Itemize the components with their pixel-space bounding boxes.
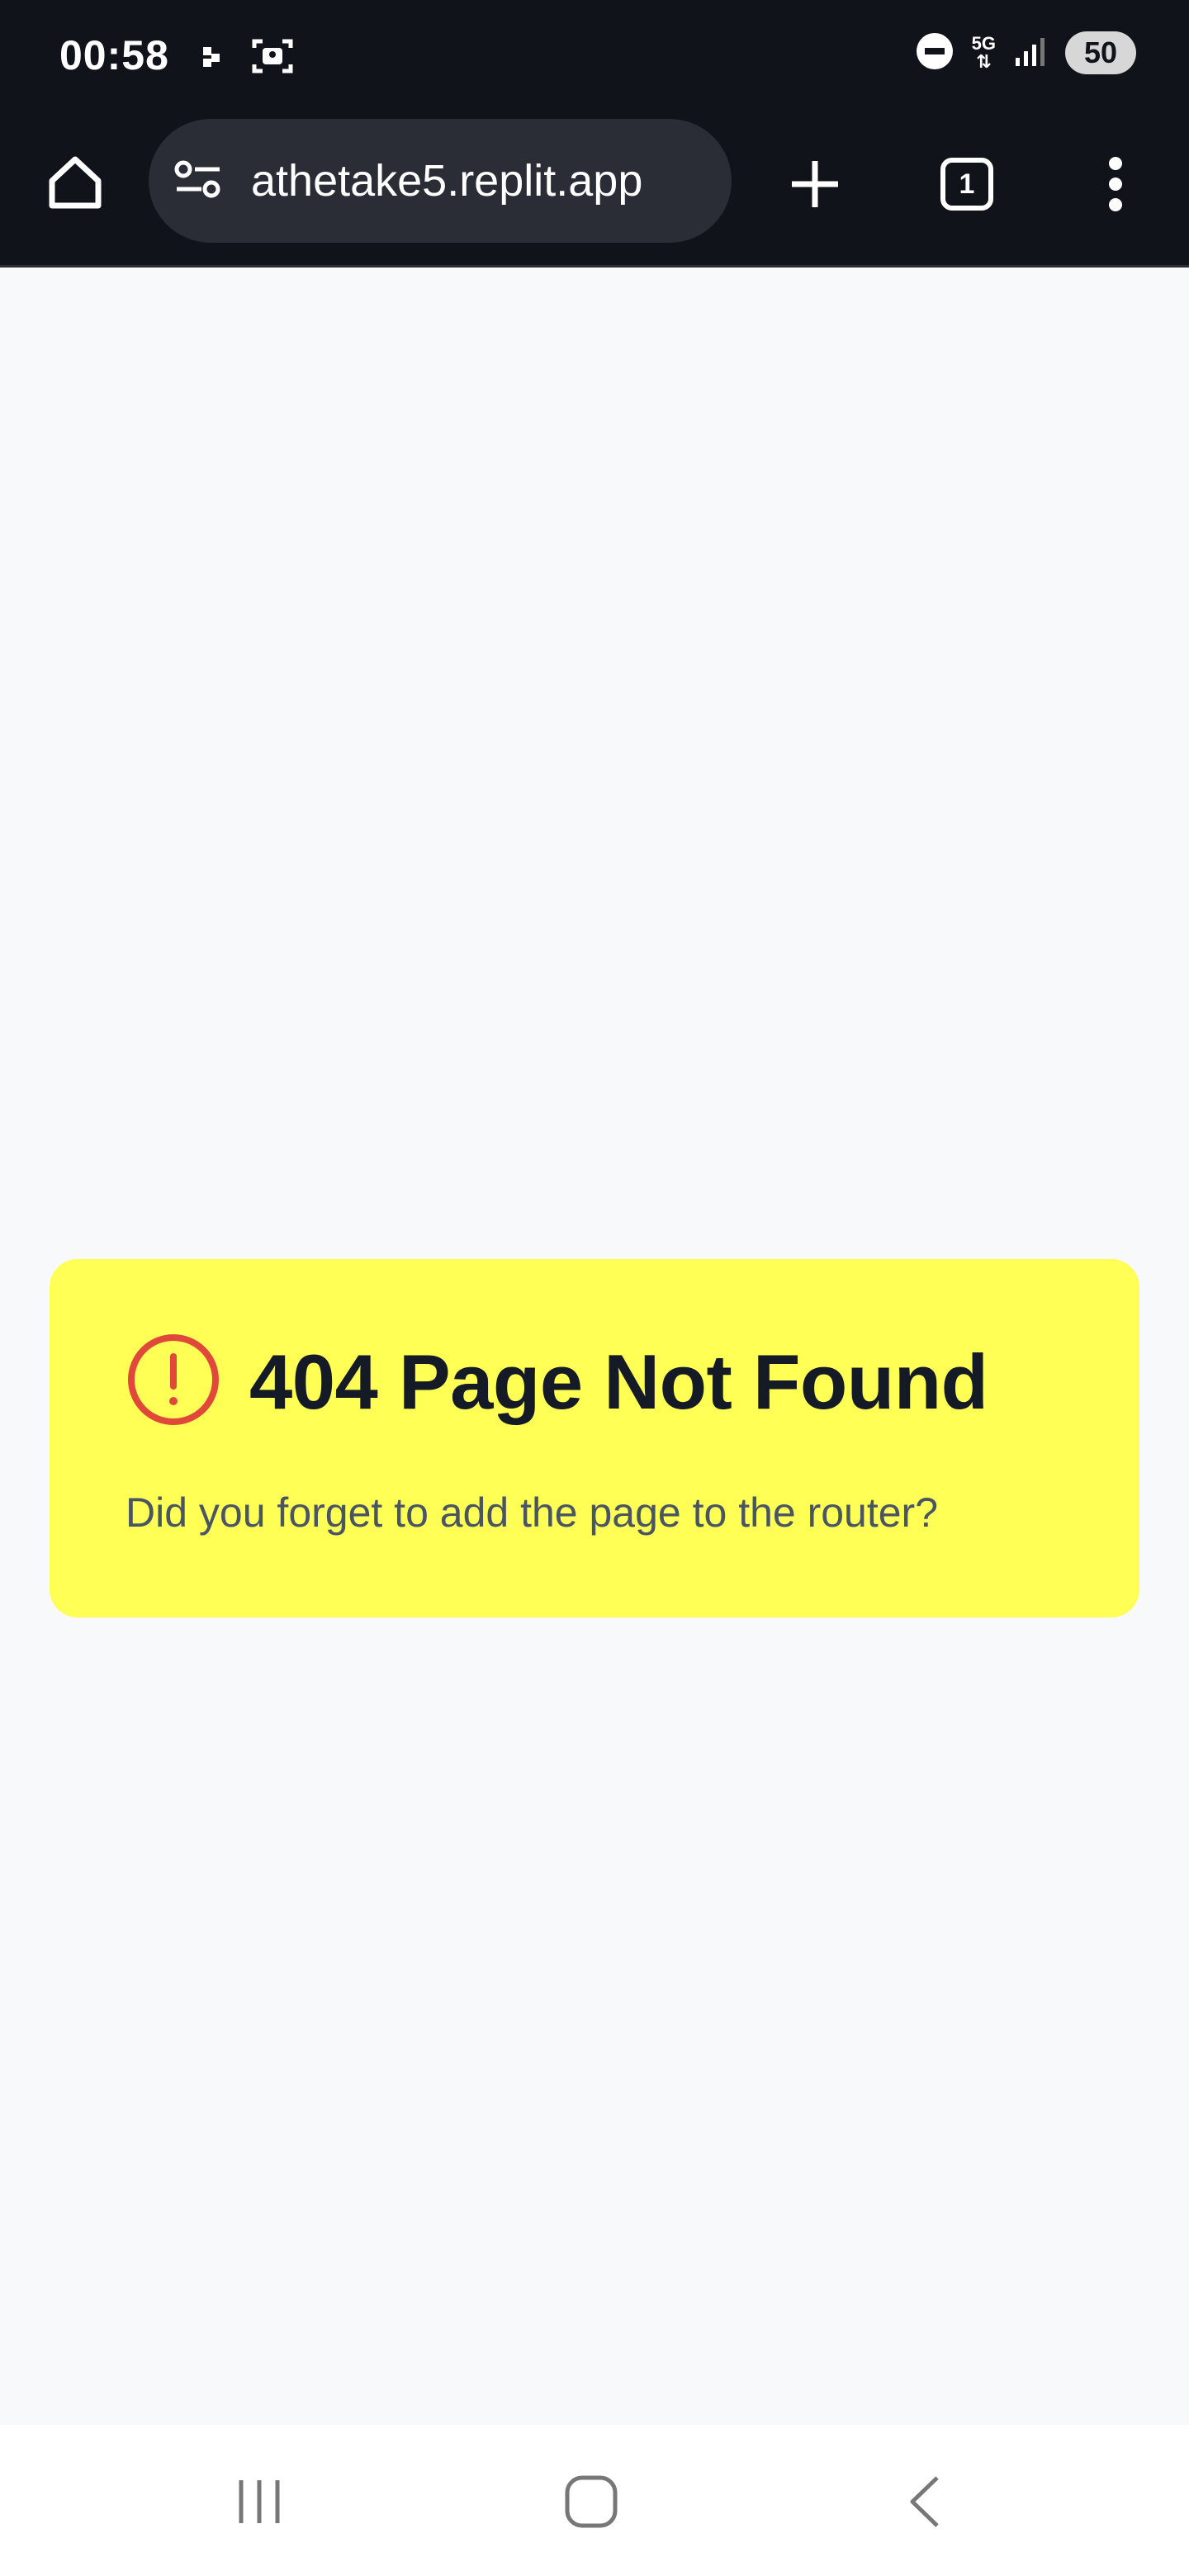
error-header: 404 Page Not Found [126, 1332, 988, 1432]
back-button[interactable] [875, 2456, 974, 2547]
signal-icon [1014, 35, 1047, 72]
url-bar[interactable]: athetake5.replit.app [149, 119, 732, 243]
status-left-icons [201, 36, 294, 80]
plus-icon [792, 161, 838, 207]
screenshot-icon [251, 36, 294, 80]
alert-circle-icon [126, 1332, 221, 1432]
error-card: 404 Page Not Found Did you forget to add… [50, 1259, 1139, 1617]
home-nav-button[interactable] [542, 2456, 641, 2547]
battery-indicator: 50 [1065, 31, 1136, 74]
tab-switcher-button[interactable]: 1 [930, 147, 1004, 221]
new-tab-button[interactable] [778, 147, 852, 221]
recent-apps-button[interactable] [210, 2456, 309, 2547]
tab-count: 1 [940, 158, 993, 211]
home-square-icon [565, 2475, 618, 2528]
back-chevron-icon [910, 2476, 939, 2527]
status-right-icons: 5G ⇅ 50 [916, 31, 1136, 74]
error-title: 404 Page Not Found [249, 1338, 988, 1425]
browser-toolbar: athetake5.replit.app 1 [0, 109, 1189, 268]
do-not-disturb-icon [916, 32, 954, 74]
home-button[interactable] [40, 147, 111, 218]
system-navigation-bar [0, 2425, 1189, 2576]
error-message: Did you forget to add the page to the ro… [126, 1489, 939, 1536]
status-bar: 00:58 5G ⇅ 50 [0, 0, 1189, 109]
url-text: athetake5.replit.app [251, 156, 643, 206]
more-vertical-icon [1109, 157, 1122, 211]
page-content: 404 Page Not Found Did you forget to add… [0, 270, 1189, 2425]
data-arrows-icon: ⇅ [976, 51, 992, 72]
site-settings-icon[interactable] [173, 158, 223, 205]
status-time: 00:58 [59, 32, 169, 78]
home-icon [49, 156, 102, 209]
notification-dots-icon [201, 42, 230, 74]
recent-apps-icon [239, 2480, 280, 2523]
menu-button[interactable] [1078, 147, 1153, 221]
network-type: 5G ⇅ [971, 33, 996, 72]
